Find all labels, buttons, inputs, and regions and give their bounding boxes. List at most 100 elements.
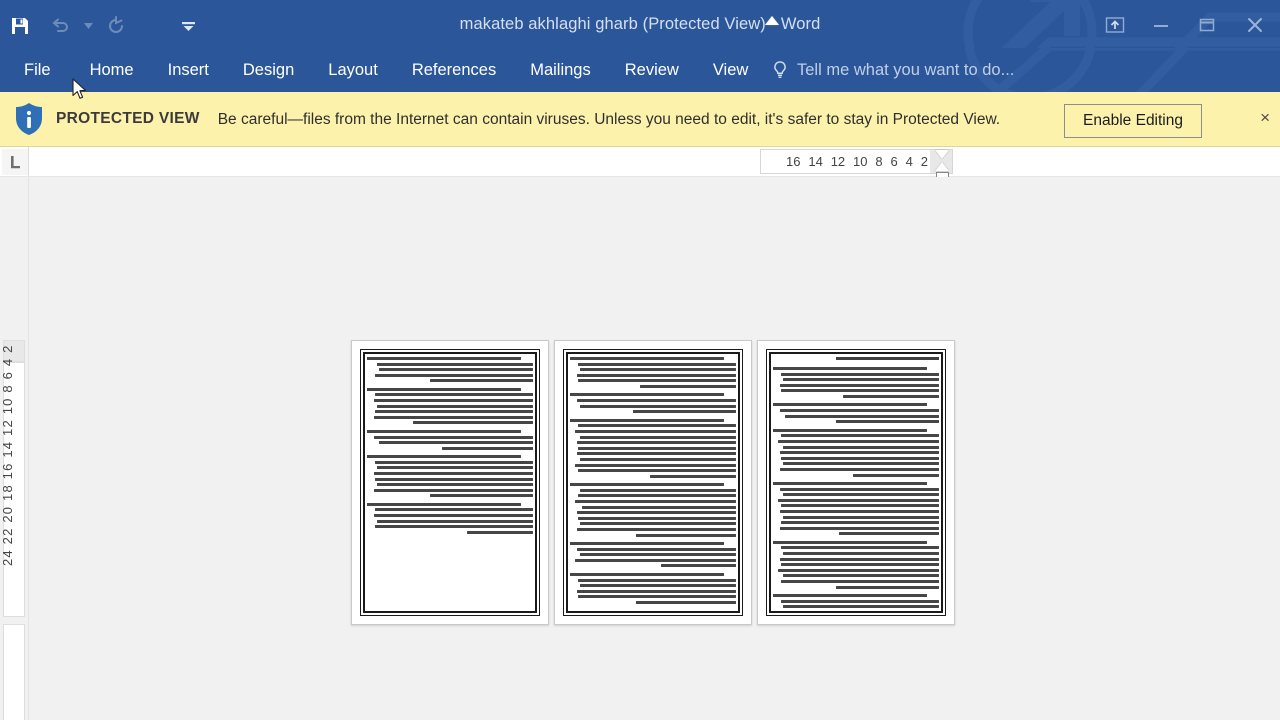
tell-me-search[interactable]: Tell me what you want to do... xyxy=(772,48,1014,92)
document-canvas[interactable] xyxy=(29,177,1280,720)
text-line xyxy=(376,483,533,487)
page-heading-line xyxy=(836,357,939,360)
tab-insert[interactable]: Insert xyxy=(151,48,226,92)
text-line xyxy=(581,505,736,509)
shield-info-icon xyxy=(8,102,50,136)
restore-icon[interactable] xyxy=(1184,5,1230,45)
paragraph xyxy=(773,428,939,477)
text-line xyxy=(378,368,533,372)
text-line xyxy=(376,466,533,470)
undo-dropdown-icon[interactable] xyxy=(80,6,96,46)
text-line xyxy=(579,368,736,372)
page-text-content xyxy=(570,357,736,608)
text-line xyxy=(779,509,939,513)
ruler-tick: 8 xyxy=(875,154,883,169)
paragraph xyxy=(367,502,533,534)
text-line xyxy=(779,526,939,530)
document-page[interactable] xyxy=(351,340,549,625)
tab-references[interactable]: References xyxy=(395,48,513,92)
text-line xyxy=(578,424,736,428)
tab-design[interactable]: Design xyxy=(226,48,311,92)
text-line xyxy=(579,488,736,492)
text-line xyxy=(661,564,736,568)
tab-mailings[interactable]: Mailings xyxy=(513,48,608,92)
text-line xyxy=(578,379,736,383)
text-line xyxy=(579,584,736,588)
left-indent-marker[interactable] xyxy=(765,16,779,25)
paragraph xyxy=(773,367,939,398)
text-line xyxy=(781,504,939,508)
first-line-indent-marker[interactable] xyxy=(935,150,949,159)
text-line xyxy=(574,463,736,467)
tab-review[interactable]: Review xyxy=(608,48,696,92)
ruler-tick: 2 xyxy=(920,154,928,169)
tab-stop-selector[interactable] xyxy=(2,149,28,175)
text-line xyxy=(375,410,533,414)
text-line xyxy=(579,457,736,461)
text-line xyxy=(578,595,736,599)
text-line xyxy=(441,446,533,450)
text-line xyxy=(430,379,533,383)
paragraph xyxy=(570,542,736,568)
minimize-icon[interactable] xyxy=(1138,5,1184,45)
text-line xyxy=(378,441,533,445)
paragraph xyxy=(773,403,939,424)
left-tab-icon xyxy=(11,156,20,169)
paragraph xyxy=(570,357,736,388)
text-line xyxy=(779,487,939,491)
text-line xyxy=(430,494,533,498)
protected-view-banner: PROTECTED VIEW Be careful—files from the… xyxy=(0,92,1280,147)
undo-icon[interactable] xyxy=(40,6,80,46)
text-line xyxy=(777,439,939,443)
text-line xyxy=(781,434,939,438)
text-line xyxy=(375,477,533,481)
document-page[interactable] xyxy=(554,340,752,625)
close-icon[interactable] xyxy=(1230,5,1280,45)
text-line xyxy=(781,456,939,460)
hanging-indent-marker[interactable] xyxy=(935,162,949,171)
text-line xyxy=(376,404,533,408)
text-line xyxy=(576,399,736,403)
text-line xyxy=(373,399,533,403)
text-line xyxy=(578,469,736,473)
text-line xyxy=(779,557,939,561)
text-line xyxy=(367,502,521,506)
text-line xyxy=(773,428,927,432)
enable-editing-button[interactable]: Enable Editing xyxy=(1064,104,1202,138)
text-line xyxy=(639,384,736,388)
tab-file[interactable]: File xyxy=(0,48,73,92)
customize-quick-access-icon[interactable] xyxy=(180,6,196,46)
text-line xyxy=(576,441,736,445)
vertical-ruler-lower[interactable] xyxy=(3,624,25,720)
text-line xyxy=(636,533,736,537)
text-line xyxy=(576,452,736,456)
paragraph xyxy=(570,572,736,604)
text-line xyxy=(773,367,927,370)
text-line xyxy=(836,420,939,424)
ribbon-tab-bar: File Home Insert Design Layout Reference… xyxy=(0,48,1280,92)
text-line xyxy=(570,542,724,546)
mouse-cursor xyxy=(72,78,86,99)
text-line xyxy=(570,357,724,360)
lightbulb-icon xyxy=(774,61,786,78)
ribbon-display-options-icon[interactable] xyxy=(1092,5,1138,45)
text-line xyxy=(375,525,533,529)
paragraph xyxy=(570,483,736,537)
banner-close-icon[interactable]: × xyxy=(1260,108,1270,128)
page-text-content xyxy=(773,357,939,608)
paragraph xyxy=(773,594,939,608)
paragraph xyxy=(773,482,939,536)
text-line xyxy=(781,563,939,567)
redo-icon[interactable] xyxy=(96,6,136,46)
tab-layout[interactable]: Layout xyxy=(311,48,395,92)
text-line xyxy=(373,415,533,419)
text-line xyxy=(782,605,939,608)
document-page[interactable] xyxy=(757,340,955,625)
save-icon[interactable] xyxy=(0,6,40,46)
text-line xyxy=(784,414,939,418)
text-line xyxy=(367,357,521,360)
tab-view[interactable]: View xyxy=(696,48,765,92)
paragraph xyxy=(570,418,736,478)
word-application-window: makateb akhlaghi gharb (Protected View) … xyxy=(0,0,1280,720)
text-line xyxy=(836,585,939,589)
